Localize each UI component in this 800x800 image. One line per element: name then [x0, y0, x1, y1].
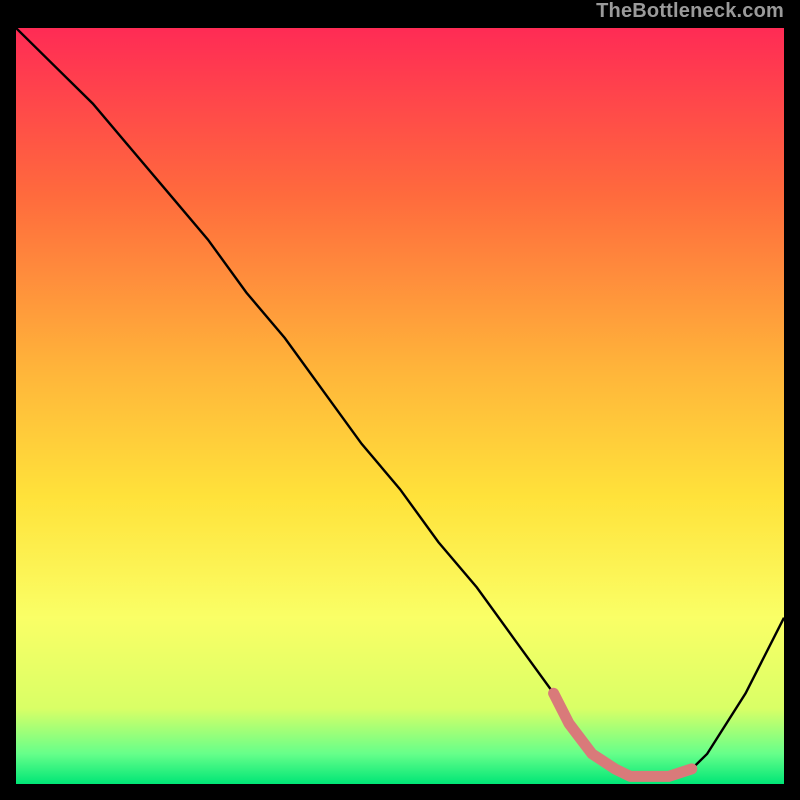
gradient-background — [16, 28, 784, 784]
watermark-text: TheBottleneck.com — [596, 0, 784, 23]
bottleneck-chart — [16, 28, 784, 784]
